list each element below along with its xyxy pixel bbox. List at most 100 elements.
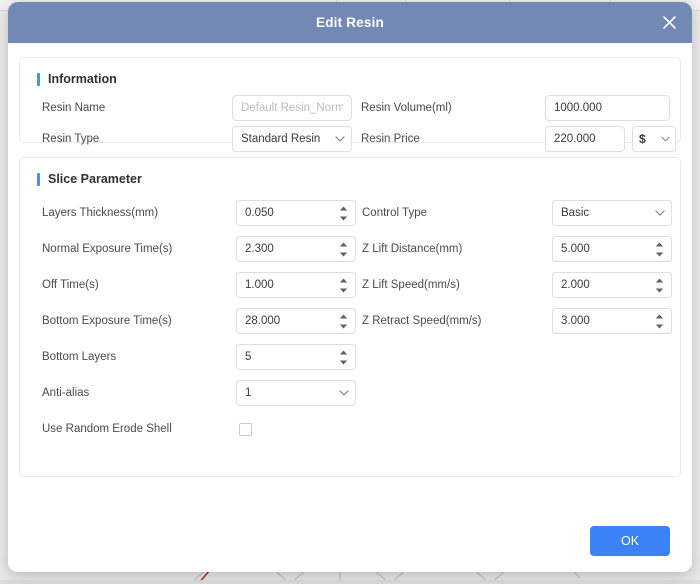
control-type-control: Basic	[552, 200, 672, 226]
section-accent-bar	[37, 172, 40, 186]
off-time-label: Off Time(s)	[42, 279, 99, 291]
slice-field-row-bottom-exposure-time: Bottom Exposure Time(s)	[36, 303, 356, 339]
resin-price-input[interactable]	[545, 126, 625, 152]
z-lift-distance-control	[552, 236, 672, 262]
control-type-select[interactable]: Basic	[552, 200, 672, 226]
off-time-stepper	[236, 272, 356, 298]
spinner-buttons[interactable]	[339, 308, 350, 334]
z-lift-distance-input[interactable]	[552, 236, 672, 262]
spinner-down-icon	[339, 252, 348, 256]
control-type-label: Control Type	[362, 207, 427, 219]
bottom-exposure-time-input[interactable]	[236, 308, 356, 334]
edit-resin-dialog: Edit Resin Information Resin Name Resin …	[8, 2, 692, 572]
resin-price-group: Resin Price $	[355, 126, 676, 152]
slice-left-column: Layers Thickness(mm) Normal Exposure Time…	[36, 195, 356, 447]
resin-name-input[interactable]	[232, 95, 352, 121]
use-random-erode-shell-checkbox[interactable]	[239, 422, 252, 436]
bottom-layers-label: Bottom Layers	[42, 351, 117, 363]
spinner-down-icon	[339, 216, 348, 220]
use-random-erode-shell-label: Use Random Erode Shell	[42, 423, 172, 435]
off-time-control	[236, 272, 356, 298]
currency-symbol: $	[639, 132, 646, 146]
use-random-erode-shell-control	[238, 416, 252, 442]
anti-alias-select[interactable]: 1	[236, 380, 356, 406]
layers-thickness-input[interactable]	[236, 200, 356, 226]
resin-price-control: $	[545, 126, 676, 152]
slice-field-row-use-random-erode-shell: Use Random Erode Shell	[36, 411, 356, 447]
z-lift-speed-control	[552, 272, 672, 298]
resin-type-select[interactable]: Standard Resin	[232, 126, 352, 152]
bottom-layers-control	[236, 344, 356, 370]
spinner-down-icon	[339, 324, 348, 328]
dialog-body: Information Resin Name Resin Volume(ml) …	[8, 43, 692, 510]
anti-alias-control: 1	[236, 380, 356, 406]
spinner-down-icon	[655, 324, 664, 328]
dialog-header: Edit Resin	[8, 2, 692, 43]
resin-volume-control	[545, 95, 676, 121]
bottom-exposure-time-stepper	[236, 308, 356, 334]
layers-thickness-control	[236, 200, 356, 226]
spinner-up-icon	[339, 278, 348, 282]
spinner-up-icon	[339, 242, 348, 246]
spinner-down-icon	[339, 288, 348, 292]
spinner-up-icon	[339, 314, 348, 318]
bottom-exposure-time-control	[236, 308, 356, 334]
layers-thickness-label: Layers Thickness(mm)	[42, 207, 159, 219]
z-retract-speed-label: Z Retract Speed(mm/s)	[362, 315, 482, 327]
ok-button[interactable]: OK	[590, 526, 670, 556]
spinner-up-icon	[655, 314, 664, 318]
slice-field-row-normal-exposure-time: Normal Exposure Time(s)	[36, 231, 356, 267]
z-retract-speed-input[interactable]	[552, 308, 672, 334]
slice-field-row-off-time: Off Time(s)	[36, 267, 356, 303]
resin-type-value: Standard Resin	[232, 126, 352, 152]
z-lift-speed-label: Z Lift Speed(mm/s)	[362, 279, 460, 291]
dialog-footer: OK	[8, 510, 692, 572]
spinner-down-icon	[339, 360, 348, 364]
resin-type-label: Resin Type	[42, 133, 100, 145]
spinner-up-icon	[655, 242, 664, 246]
chevron-down-icon	[661, 136, 670, 142]
slice-right-column: Control Type Basic Z Lift Distance(mm) Z Li…	[356, 195, 672, 447]
resin-price-label: Resin Price	[361, 133, 420, 145]
anti-alias-label: Anti-alias	[42, 387, 90, 399]
spinner-buttons[interactable]	[655, 308, 666, 334]
resin-name-label: Resin Name	[42, 102, 106, 114]
normal-exposure-time-control	[236, 236, 356, 262]
slice-field-row-z-retract-speed: Z Retract Speed(mm/s)	[356, 303, 672, 339]
anti-alias-value: 1	[236, 380, 356, 406]
off-time-input[interactable]	[236, 272, 356, 298]
slice-field-row-layers-thickness: Layers Thickness(mm)	[36, 195, 356, 231]
spinner-up-icon	[339, 350, 348, 354]
spinner-buttons[interactable]	[655, 272, 666, 298]
normal-exposure-time-stepper	[236, 236, 356, 262]
resin-type-control: Standard Resin	[232, 126, 355, 152]
spinner-down-icon	[655, 288, 664, 292]
slice-field-row-z-lift-speed: Z Lift Speed(mm/s)	[356, 267, 672, 303]
information-section-label: Information	[48, 72, 117, 86]
spinner-buttons[interactable]	[339, 344, 350, 370]
z-lift-speed-stepper	[552, 272, 672, 298]
resin-volume-input[interactable]	[545, 95, 670, 121]
normal-exposure-time-input[interactable]	[236, 236, 356, 262]
section-accent-bar	[37, 72, 40, 86]
currency-select[interactable]: $	[632, 126, 676, 152]
resin-volume-label: Resin Volume(ml)	[361, 102, 452, 114]
slice-field-row-z-lift-distance: Z Lift Distance(mm)	[356, 231, 672, 267]
information-section-title: Information	[37, 72, 664, 86]
slice-field-row-control-type: Control Type Basic	[356, 195, 672, 231]
layers-thickness-stepper	[236, 200, 356, 226]
z-lift-distance-stepper	[552, 236, 672, 262]
close-icon[interactable]	[656, 10, 682, 36]
spinner-up-icon	[655, 278, 664, 282]
z-lift-speed-input[interactable]	[552, 272, 672, 298]
spinner-buttons[interactable]	[339, 272, 350, 298]
bottom-exposure-time-label: Bottom Exposure Time(s)	[42, 315, 172, 327]
bottom-layers-stepper	[236, 344, 356, 370]
slice-field-row-anti-alias: Anti-alias 1	[36, 375, 356, 411]
spinner-buttons[interactable]	[339, 200, 350, 226]
normal-exposure-time-label: Normal Exposure Time(s)	[42, 243, 173, 255]
bottom-layers-input[interactable]	[236, 344, 356, 370]
spinner-buttons[interactable]	[339, 236, 350, 262]
resin-name-control	[232, 95, 355, 121]
spinner-buttons[interactable]	[655, 236, 666, 262]
